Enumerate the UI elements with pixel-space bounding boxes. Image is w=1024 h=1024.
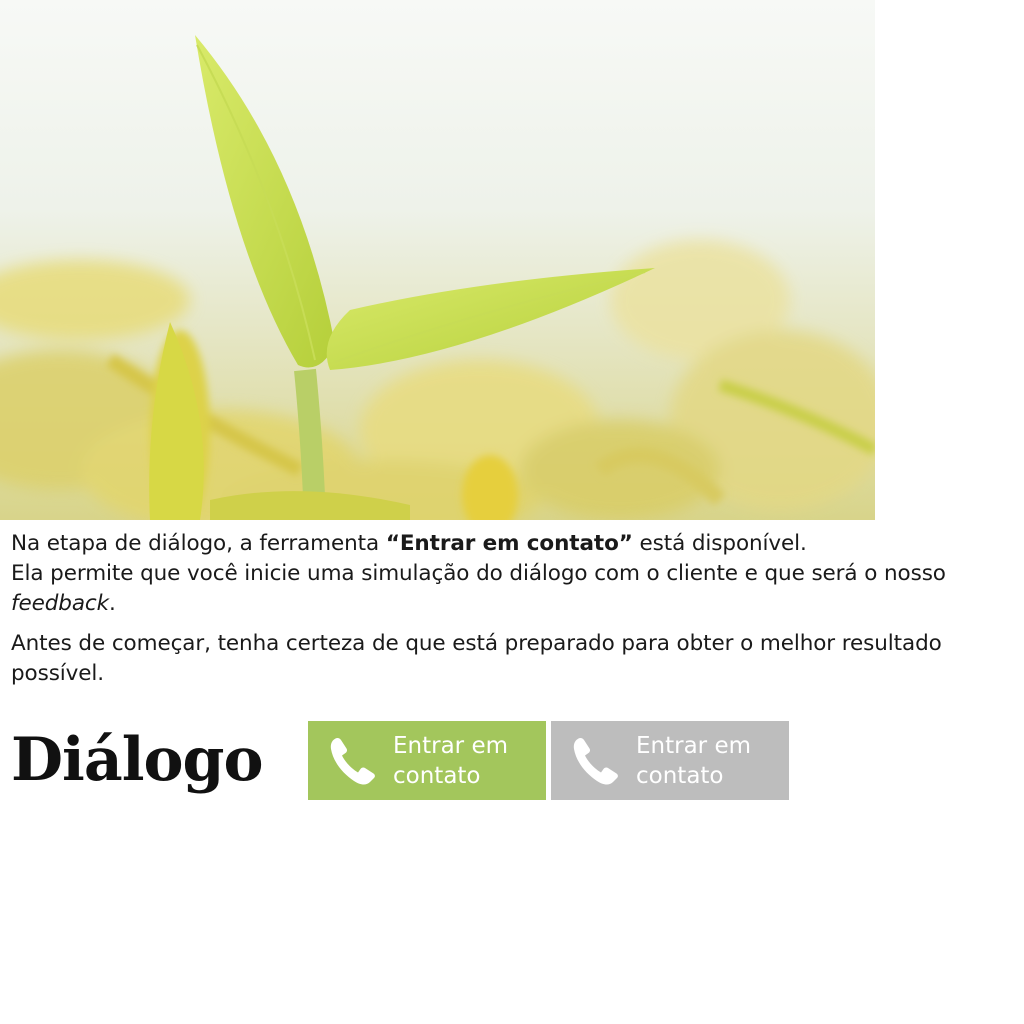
contact-button-disabled-label: Entrar em contato [636, 732, 751, 789]
phone-icon [573, 737, 618, 785]
intro-line-2: Ela permite que você inicie uma simulaçã… [11, 559, 1016, 619]
contact-button-disabled[interactable]: Entrar em contato [551, 721, 789, 800]
intro-text: Na etapa de diálogo, a ferramenta “Entra… [11, 529, 1016, 689]
tool-name-highlight: “Entrar em contato” [385, 531, 633, 556]
sprout-photo [0, 35, 875, 520]
hero-image [0, 0, 875, 520]
phone-icon [330, 737, 375, 785]
intro-line-2-suffix: . [108, 591, 116, 616]
intro-paragraph-2: Antes de começar, tenha certeza de que e… [11, 631, 942, 686]
feedback-italic: feedback [11, 591, 109, 616]
contact-button-label: Entrar em contato [393, 732, 508, 789]
intro-line-1-prefix: Na etapa de diálogo, a ferramenta [11, 531, 386, 556]
intro-line-2-prefix: Ela permite que você inicie uma simulaçã… [11, 561, 946, 586]
intro-line-1: Na etapa de diálogo, a ferramenta “Entra… [11, 529, 1016, 559]
intro-line-1-suffix: está disponível. [632, 531, 807, 556]
contact-button[interactable]: Entrar em contato [308, 721, 546, 800]
section-title: Diálogo [11, 725, 263, 795]
